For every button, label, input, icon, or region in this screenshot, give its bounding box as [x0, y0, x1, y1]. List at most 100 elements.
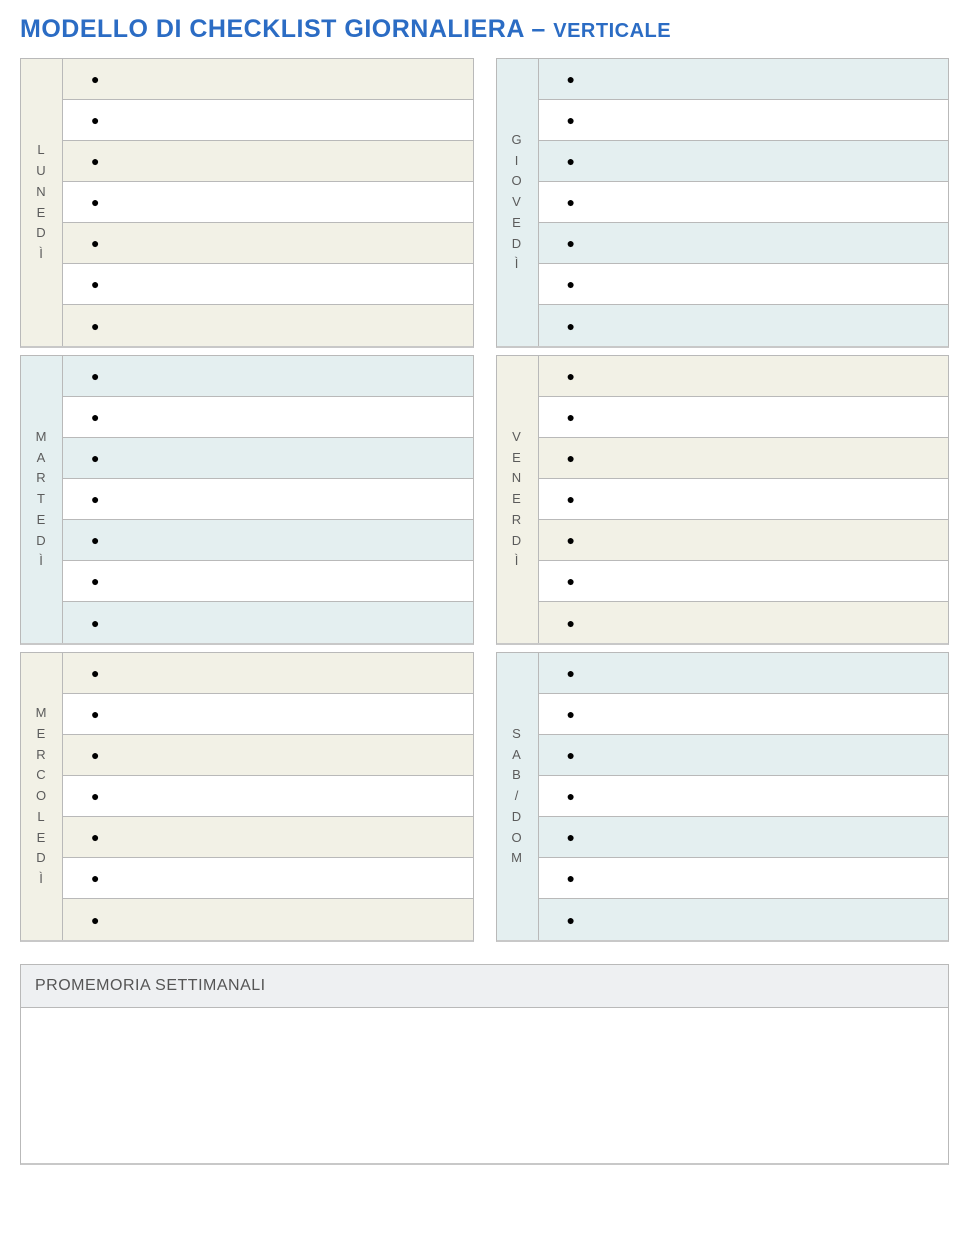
checklist-row[interactable]: ●	[63, 479, 473, 520]
day-label: MERCOLEDÌ	[21, 653, 63, 940]
day-label-letter: A	[512, 745, 522, 766]
checklist-row[interactable]: ●	[539, 520, 949, 561]
checklist-row[interactable]: ●	[539, 305, 949, 346]
checklist-row[interactable]: ●	[63, 858, 473, 899]
checklist-row[interactable]: ●	[63, 305, 473, 346]
checklist-row[interactable]: ●	[63, 776, 473, 817]
bullet-icon: ●	[567, 707, 575, 721]
checklist-row[interactable]: ●	[63, 899, 473, 940]
checklist-row[interactable]: ●	[539, 602, 949, 643]
bullet-icon: ●	[91, 492, 99, 506]
day-label: VENERDÌ	[497, 356, 539, 643]
checklist-row[interactable]: ●	[63, 397, 473, 438]
checklist-row[interactable]: ●	[63, 356, 473, 397]
checklist-row[interactable]: ●	[539, 776, 949, 817]
checklist-row[interactable]: ●	[539, 735, 949, 776]
checklist-row[interactable]: ●	[539, 438, 949, 479]
bullet-icon: ●	[91, 748, 99, 762]
checklist-row[interactable]: ●	[539, 899, 949, 940]
reminders-body[interactable]	[21, 1008, 948, 1163]
bullet-icon: ●	[91, 410, 99, 424]
checklist-row[interactable]: ●	[539, 817, 949, 858]
bullet-icon: ●	[91, 830, 99, 844]
bullet-icon: ●	[567, 533, 575, 547]
day-label-letter: Ì	[39, 244, 44, 265]
bullet-icon: ●	[91, 574, 99, 588]
checklist-row[interactable]: ●	[539, 264, 949, 305]
checklist-row[interactable]: ●	[539, 59, 949, 100]
checklist-row[interactable]: ●	[63, 264, 473, 305]
day-label-letter: I	[515, 151, 520, 172]
checklist-row[interactable]: ●	[539, 694, 949, 735]
day-rows: ●●●●●●●	[539, 356, 949, 643]
day-label-letter: D	[36, 848, 46, 869]
title-sep: –	[524, 15, 553, 43]
day-label-letter: M	[36, 703, 48, 724]
checklist-row[interactable]: ●	[63, 520, 473, 561]
day-block-ven: VENERDÌ●●●●●●●	[496, 355, 950, 645]
checklist-row[interactable]: ●	[63, 438, 473, 479]
title-main: MODELLO DI CHECKLIST GIORNALIERA	[20, 15, 524, 43]
bullet-icon: ●	[567, 72, 575, 86]
day-label-letter: R	[36, 468, 46, 489]
bullet-icon: ●	[91, 707, 99, 721]
checklist-row[interactable]: ●	[539, 858, 949, 899]
day-label: SAB/DOM	[497, 653, 539, 940]
bullet-icon: ●	[567, 492, 575, 506]
day-block-lun: LUNEDÌ●●●●●●●	[20, 58, 474, 348]
day-label-letter: T	[37, 489, 46, 510]
day-label-letter: L	[37, 807, 45, 828]
checklist-row[interactable]: ●	[63, 561, 473, 602]
checklist-row[interactable]: ●	[63, 653, 473, 694]
day-label-letter: C	[36, 765, 46, 786]
day-label-letter: S	[512, 724, 522, 745]
weekly-reminders: PROMEMORIA SETTIMANALI	[20, 964, 949, 1165]
bullet-icon: ●	[567, 369, 575, 383]
checklist-row[interactable]: ●	[63, 817, 473, 858]
bullet-icon: ●	[567, 154, 575, 168]
day-label-letter: E	[512, 489, 522, 510]
checklist-row[interactable]: ●	[63, 182, 473, 223]
bullet-icon: ●	[567, 451, 575, 465]
checklist-row[interactable]: ●	[63, 694, 473, 735]
checklist-row[interactable]: ●	[63, 100, 473, 141]
day-label-letter: A	[37, 448, 47, 469]
column: GIOVEDÌ●●●●●●●VENERDÌ●●●●●●●SAB/DOM●●●●●…	[496, 58, 950, 942]
checklist-row[interactable]: ●	[539, 397, 949, 438]
bullet-icon: ●	[91, 369, 99, 383]
day-label-letter: N	[36, 182, 46, 203]
day-block-mar: MARTEDÌ●●●●●●●	[20, 355, 474, 645]
checklist-row[interactable]: ●	[63, 735, 473, 776]
checklist-row[interactable]: ●	[539, 356, 949, 397]
bullet-icon: ●	[567, 319, 575, 333]
checklist-row[interactable]: ●	[63, 141, 473, 182]
day-label-letter: V	[512, 427, 522, 448]
bullet-icon: ●	[567, 748, 575, 762]
day-label-letter: G	[511, 130, 522, 151]
bullet-icon: ●	[91, 533, 99, 547]
checklist-row[interactable]: ●	[539, 223, 949, 264]
day-label-letter: Ì	[515, 254, 520, 275]
day-label-letter: O	[511, 828, 522, 849]
checklist-row[interactable]: ●	[539, 479, 949, 520]
day-label-letter: Ì	[39, 551, 44, 572]
day-rows: ●●●●●●●	[539, 59, 949, 346]
day-label-letter: D	[36, 223, 46, 244]
bullet-icon: ●	[91, 789, 99, 803]
bullet-icon: ●	[91, 871, 99, 885]
bullet-icon: ●	[567, 871, 575, 885]
day-label-letter: E	[37, 828, 47, 849]
checklist-row[interactable]: ●	[63, 59, 473, 100]
checklist-row[interactable]: ●	[539, 141, 949, 182]
day-label-letter: O	[511, 171, 522, 192]
bullet-icon: ●	[567, 277, 575, 291]
checklist-row[interactable]: ●	[63, 223, 473, 264]
checklist-row[interactable]: ●	[539, 182, 949, 223]
day-label: LUNEDÌ	[21, 59, 63, 346]
checklist-row[interactable]: ●	[63, 602, 473, 643]
checklist-row[interactable]: ●	[539, 561, 949, 602]
checklist-row[interactable]: ●	[539, 100, 949, 141]
day-label-letter: E	[37, 510, 47, 531]
checklist-row[interactable]: ●	[539, 653, 949, 694]
day-label-letter: U	[36, 161, 46, 182]
